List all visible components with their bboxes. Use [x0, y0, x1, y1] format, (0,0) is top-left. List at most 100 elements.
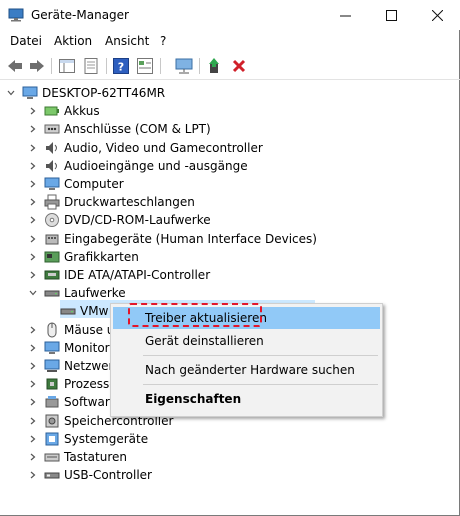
- menu-uninstall-device-label: Gerät deinstallieren: [145, 334, 264, 348]
- menu-help[interactable]: ?: [160, 34, 166, 48]
- display-adapter-icon: [44, 249, 60, 265]
- tree-item-label: VMw: [80, 304, 109, 319]
- close-icon: [431, 9, 443, 21]
- cpu-icon: [44, 376, 60, 392]
- chevron-right-icon[interactable]: [28, 211, 38, 229]
- tree-category-item[interactable]: Anschlüsse (COM & LPT): [28, 120, 211, 138]
- menu-datei[interactable]: Datei: [10, 34, 42, 48]
- update-driver-icon: [209, 58, 219, 73]
- tree-category-item[interactable]: Audio, Video und Gamecontroller: [28, 139, 263, 157]
- action-view-button[interactable]: [136, 57, 154, 75]
- tree-category-item[interactable]: Computer: [28, 175, 124, 193]
- tree-category-item[interactable]: USB-Controller: [28, 466, 152, 484]
- red-x-icon: [232, 59, 246, 73]
- tree-category-item[interactable]: Druckwarteschlangen: [28, 193, 195, 211]
- tree-item-label: Akkus: [64, 104, 100, 119]
- tree-category-item[interactable]: Tastaturen: [28, 448, 127, 466]
- help-button[interactable]: ?: [112, 57, 130, 75]
- tree-category-item[interactable]: DVD/CD-ROM-Laufwerke: [28, 211, 211, 229]
- tree-item-label: Eingabegeräte (Human Interface Devices): [64, 231, 317, 246]
- chevron-right-icon[interactable]: [28, 139, 38, 157]
- chevron-down-icon[interactable]: [6, 84, 16, 102]
- scan-monitor-icon: [175, 58, 193, 74]
- menu-aktion[interactable]: Aktion: [54, 34, 92, 48]
- chevron-right-icon[interactable]: [28, 102, 38, 120]
- show-hide-console-tree-button[interactable]: [58, 57, 76, 75]
- chevron-right-icon[interactable]: [28, 266, 38, 284]
- chevron-right-icon[interactable]: [28, 393, 38, 411]
- help-icon: ?: [113, 58, 129, 74]
- tree-item-label: Monitor: [64, 340, 110, 355]
- chevron-right-icon[interactable]: [28, 230, 38, 248]
- tree-category-item[interactable]: Akkus: [28, 102, 100, 120]
- keyboard-icon: [44, 449, 60, 465]
- context-menu-separator: [143, 355, 378, 356]
- device-manager-window: Geräte-Manager Datei Aktion Ansicht ? ? …: [0, 0, 460, 516]
- back-button[interactable]: [6, 57, 24, 75]
- chevron-right-icon[interactable]: [28, 157, 38, 175]
- tree-item-label: Audioeingänge und -ausgänge: [64, 158, 248, 173]
- tree-category-item[interactable]: Mäuse u: [28, 321, 114, 339]
- menu-scan-hardware-label: Nach geänderter Hardware suchen: [145, 363, 355, 377]
- menu-properties[interactable]: Eigenschaften: [113, 388, 380, 410]
- uninstall-device-button[interactable]: [230, 57, 248, 75]
- chevron-right-icon[interactable]: [28, 412, 38, 430]
- scan-hardware-button[interactable]: [175, 57, 193, 75]
- tree-root[interactable]: DESKTOP-62TT46MR: [6, 84, 165, 102]
- title-bar: Geräte-Manager: [0, 0, 460, 30]
- view-sheet-icon: [137, 58, 153, 74]
- tree-category-item[interactable]: Audioeingänge und -ausgänge: [28, 157, 248, 175]
- properties-view-button[interactable]: [82, 57, 100, 75]
- chevron-down-icon[interactable]: [28, 284, 38, 302]
- highlight-dashed-box: [128, 303, 262, 327]
- chevron-right-icon[interactable]: [28, 448, 38, 466]
- speaker-icon: [44, 158, 60, 174]
- tree-item-label: Software: [64, 395, 117, 410]
- system-icon: [44, 431, 60, 447]
- tree-category-item[interactable]: Eingabegeräte (Human Interface Devices): [28, 230, 317, 248]
- computer-root-icon: [22, 85, 38, 101]
- arrow-left-icon: [8, 60, 22, 72]
- menu-uninstall-device[interactable]: Gerät deinstallieren: [113, 330, 380, 352]
- tree-category-item[interactable]: Systemgeräte: [28, 430, 148, 448]
- chevron-right-icon[interactable]: [28, 466, 38, 484]
- minimize-icon: [339, 15, 351, 16]
- disc-icon: [44, 212, 60, 228]
- chevron-right-icon[interactable]: [28, 430, 38, 448]
- tree-category-item[interactable]: Prozesso: [28, 375, 117, 393]
- tree-item-label: Computer: [64, 177, 124, 191]
- storage-controller-icon: [44, 413, 60, 429]
- chevron-right-icon[interactable]: [28, 120, 38, 138]
- chevron-right-icon[interactable]: [28, 357, 38, 375]
- tree-category-item[interactable]: Netzwerl: [28, 357, 117, 375]
- tree-item-label: Grafikkarten: [64, 249, 139, 264]
- tree-category-item[interactable]: Laufwerke: [28, 284, 126, 302]
- usb-icon: [44, 467, 60, 483]
- tree-device-item[interactable]: VMw: [44, 302, 108, 320]
- close-button[interactable]: [414, 0, 460, 30]
- tree-category-item[interactable]: Software: [28, 393, 117, 411]
- tree-item-label: Anschlüsse (COM & LPT): [64, 122, 211, 137]
- chevron-right-icon[interactable]: [28, 321, 38, 339]
- update-driver-button[interactable]: [206, 57, 224, 75]
- chevron-right-icon[interactable]: [28, 248, 38, 266]
- menu-scan-hardware[interactable]: Nach geänderter Hardware suchen: [113, 359, 380, 381]
- minimize-button[interactable]: [322, 0, 368, 30]
- forward-button[interactable]: [28, 57, 46, 75]
- chevron-right-icon[interactable]: [28, 193, 38, 211]
- maximize-button[interactable]: [368, 0, 414, 30]
- tree-root-label: DESKTOP-62TT46MR: [42, 86, 166, 100]
- port-icon: [44, 121, 60, 137]
- tree-category-item[interactable]: Grafikkarten: [28, 248, 139, 266]
- maximize-icon: [385, 9, 397, 21]
- chevron-right-icon[interactable]: [28, 339, 38, 357]
- menu-ansicht[interactable]: Ansicht: [105, 34, 149, 48]
- chevron-right-icon[interactable]: [28, 175, 38, 193]
- tree-category-item[interactable]: IDE ATA/ATAPI-Controller: [28, 266, 210, 284]
- mouse-icon: [44, 322, 60, 338]
- tree-category-item[interactable]: Monitor: [28, 339, 110, 357]
- tree-item-label: Druckwarteschlangen: [64, 195, 195, 210]
- chevron-right-icon[interactable]: [28, 375, 38, 393]
- menu-properties-label: Eigenschaften: [145, 392, 242, 406]
